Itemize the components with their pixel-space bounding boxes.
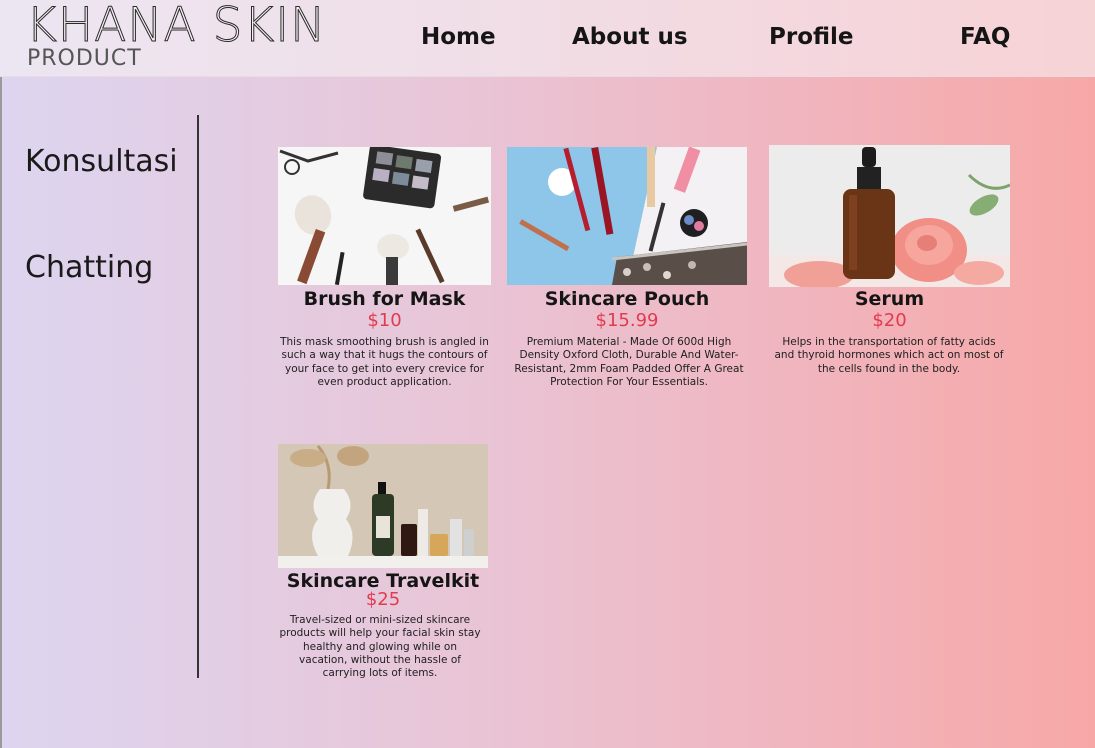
sidebar-item-chatting[interactable]: Chatting (25, 250, 153, 286)
product-description: Helps in the transportation of fatty aci… (774, 336, 1004, 375)
brand-subtitle: PRODUCT (27, 46, 142, 71)
product-name: Brush for Mask (303, 288, 466, 310)
nav-home-link[interactable]: Home (421, 23, 496, 51)
product-description: Travel-sized or mini-sized skincare prod… (279, 614, 481, 680)
sidebar-divider (197, 115, 199, 678)
product-price: $10 (367, 310, 402, 331)
product-card-serum[interactable]: Serum $20 Helps in the transportation of… (769, 145, 1010, 395)
product-description: This mask smoothing brush is angled in s… (280, 336, 489, 388)
product-name: Serum (854, 288, 925, 310)
product-card-brush[interactable]: Brush for Mask $10 This mask smoothing b… (278, 147, 491, 397)
window-left-border (0, 0, 2, 748)
product-image-brush (278, 147, 491, 285)
product-card-travelkit[interactable]: Skincare Travelkit $25 Travel-sized or m… (278, 444, 488, 689)
product-description: Premium Material - Made Of 600d High Den… (514, 336, 744, 388)
product-image-serum (769, 145, 1010, 287)
product-card-pouch[interactable]: Skincare Pouch $15.99 Premium Material -… (507, 147, 747, 397)
nav-about-link[interactable]: About us (572, 23, 688, 51)
brand-title: KHANA SKIN (25, 0, 327, 53)
sidebar-item-konsultasi[interactable]: Konsultasi (25, 144, 178, 180)
top-header: KHANA SKIN PRODUCT Home About us Profile… (0, 0, 1095, 77)
nav-faq-link[interactable]: FAQ (960, 23, 1010, 51)
product-price: $15.99 (595, 310, 659, 331)
product-image-travelkit (278, 444, 488, 568)
nav-profile-link[interactable]: Profile (769, 23, 854, 51)
product-name: Skincare Pouch (544, 288, 710, 310)
product-price: $20 (872, 310, 907, 331)
product-price: $25 (365, 589, 401, 610)
product-image-pouch (507, 147, 747, 285)
